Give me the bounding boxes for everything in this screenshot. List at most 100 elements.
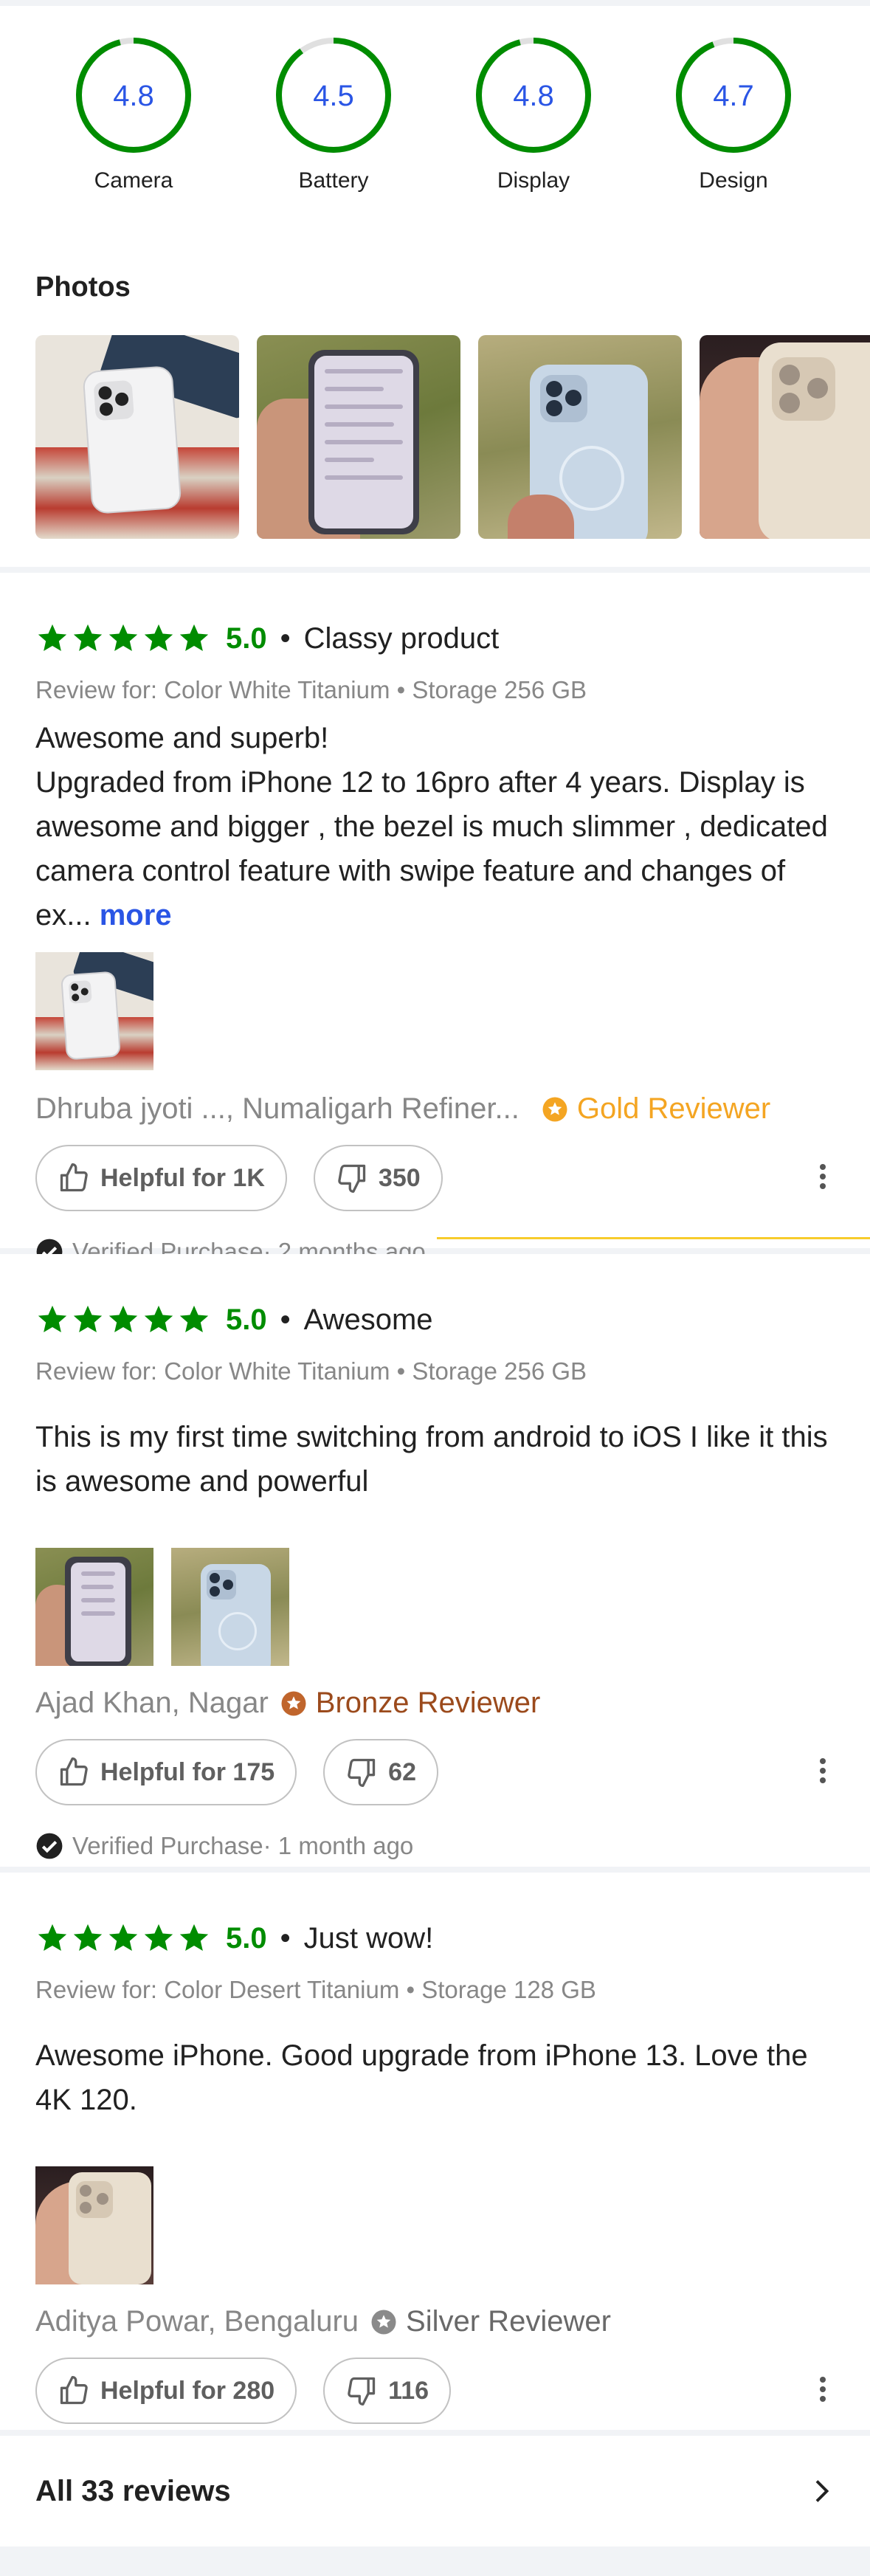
customer-photo[interactable] — [257, 335, 460, 539]
review-title: Classy product — [303, 621, 500, 655]
review-body: Awesome and superb! Upgraded from iPhone… — [35, 722, 828, 931]
helpful-button[interactable]: Helpful for 175 — [35, 1739, 297, 1805]
star-icon — [179, 1305, 209, 1333]
more-vertical-icon[interactable] — [820, 1164, 829, 1193]
review-title: Just wow! — [303, 1921, 434, 1955]
reviewer-name: Ajad Khan, Nagar — [35, 1687, 269, 1719]
star-icon — [38, 624, 67, 652]
svg-text:4.8: 4.8 — [113, 80, 154, 112]
review-image[interactable] — [171, 1548, 289, 1666]
helpful-count: Helpful for 1K — [100, 1163, 265, 1192]
review-card: 5.0 • Awesome Review for: Color White Ti… — [0, 1254, 870, 1867]
dislike-count: 116 — [388, 2376, 429, 2405]
all-reviews-label: All 33 reviews — [35, 2474, 231, 2507]
reviewer-badge-icon — [281, 1691, 306, 1715]
all-reviews-link[interactable]: All 33 reviews — [0, 2436, 870, 2546]
not-helpful-button[interactable]: 350 — [313, 1145, 443, 1211]
badge-label: Gold Reviewer — [576, 1092, 771, 1125]
review-header: 5.0 • Classy product — [35, 573, 835, 657]
review-variant: Review for: Color White Titanium • Stora… — [35, 676, 587, 703]
customer-photo[interactable] — [478, 335, 682, 539]
helpful-button[interactable]: Helpful for 280 — [35, 2358, 297, 2424]
dislike-count: 350 — [378, 1163, 421, 1192]
review-images — [35, 2166, 835, 2284]
star-icon — [73, 624, 103, 652]
helpful-button[interactable]: Helpful for 1K — [35, 1145, 287, 1211]
review-images — [35, 952, 835, 1070]
reviewer-badge: Silver Reviewer — [370, 2305, 611, 2338]
rating-circle-battery: 4.5 Battery — [272, 34, 395, 193]
reviewer-badge-icon — [371, 2310, 396, 2334]
reviewer-info: Aditya Powar, Bengaluru Silver Reviewer — [35, 2305, 835, 2338]
dislike-count: 62 — [388, 1757, 416, 1786]
rating-label-design: Design — [699, 168, 768, 193]
star-icon — [144, 624, 173, 652]
separator-dot: • — [280, 1921, 291, 1955]
more-vertical-icon[interactable] — [820, 2377, 829, 2405]
star-icon — [179, 1924, 209, 1952]
review-actions: Helpful for 1K 350 — [35, 1143, 835, 1213]
review-image[interactable] — [35, 2166, 153, 2284]
review-variant: Review for: Color Desert Titanium • Stor… — [35, 1976, 596, 2003]
rating-label-battery: Battery — [298, 168, 369, 193]
thumbs-down-icon — [338, 1164, 366, 1193]
review-actions: Helpful for 280 116 — [35, 2356, 835, 2425]
thumbs-up-icon — [60, 1757, 88, 1786]
divider-highlight — [437, 1237, 870, 1239]
verified-check-icon — [36, 1833, 63, 1859]
review-rating: 5.0 — [226, 1921, 267, 1955]
separator-dot: • — [280, 621, 291, 655]
review-card: 5.0 • Just wow! Review for: Color Desert… — [0, 1873, 870, 2430]
customer-photo[interactable] — [700, 335, 870, 539]
svg-text:4.7: 4.7 — [713, 80, 754, 112]
thumbs-down-icon — [348, 1758, 376, 1787]
verified-purchase: Verified Purchase· 1 month ago — [35, 1828, 835, 1864]
review-title: Awesome — [303, 1303, 433, 1336]
more-vertical-icon[interactable] — [820, 1758, 829, 1787]
rating-ring-display: 4.8 — [476, 38, 591, 153]
badge-label: Silver Reviewer — [406, 2305, 611, 2338]
star-rating — [35, 1921, 213, 1955]
review-card: 5.0 • Classy product Review for: Color W… — [0, 573, 870, 1265]
reviewer-info: Dhruba jyoti ..., Numaligarh Refiner... … — [35, 1092, 835, 1126]
helpful-count: Helpful for 175 — [100, 1757, 275, 1786]
rating-label-display: Display — [497, 168, 570, 193]
not-helpful-button[interactable]: 116 — [323, 2358, 452, 2424]
chevron-right-icon — [815, 2480, 829, 2502]
review-variant: Review for: Color White Titanium • Stora… — [35, 1357, 587, 1385]
review-body: Awesome iPhone. Good upgrade from iPhone… — [35, 2039, 808, 2116]
reviewer-info: Ajad Khan, Nagar Bronze Reviewer — [35, 1687, 835, 1720]
star-rating — [35, 621, 213, 655]
svg-text:4.8: 4.8 — [513, 80, 554, 112]
photos-heading: Photos — [35, 272, 131, 303]
svg-text:4.5: 4.5 — [313, 80, 354, 112]
star-icon — [73, 1924, 103, 1952]
review-image[interactable] — [35, 1548, 153, 1666]
rating-ring-camera: 4.8 — [76, 38, 191, 153]
rating-circle-camera: 4.8 Camera — [72, 34, 195, 193]
review-header: 5.0 • Just wow! — [35, 1873, 835, 1957]
reviewer-badge-icon — [542, 1097, 567, 1121]
review-image[interactable] — [35, 952, 153, 1070]
reviewer-badge: Bronze Reviewer — [280, 1687, 540, 1720]
star-rating — [35, 1303, 213, 1337]
read-more-link[interactable]: more — [92, 899, 172, 931]
review-rating: 5.0 — [226, 1303, 267, 1336]
reviewer-name: Aditya Powar, Bengaluru — [35, 2305, 359, 2338]
not-helpful-button[interactable]: 62 — [323, 1739, 438, 1805]
rating-label-camera: Camera — [94, 168, 173, 193]
star-icon — [108, 1305, 138, 1333]
separator-dot: • — [280, 1303, 291, 1336]
rating-circle-display: 4.8 Display — [472, 34, 595, 193]
review-images — [35, 1548, 835, 1666]
review-rating: 5.0 — [226, 621, 267, 655]
star-icon — [38, 1305, 67, 1333]
reviewer-name: Dhruba jyoti ..., Numaligarh Refiner... — [35, 1092, 519, 1125]
rating-ring-battery: 4.5 — [276, 38, 391, 153]
verified-text: Verified Purchase· 1 month ago — [72, 1832, 414, 1859]
review-header: 5.0 • Awesome — [35, 1254, 835, 1338]
customer-photo[interactable] — [35, 335, 239, 539]
star-icon — [108, 1924, 138, 1952]
photo-carousel[interactable] — [35, 335, 870, 539]
rating-summary-card: 4.8 Camera 4.5 Battery 4.8 Display 4.7 D… — [0, 6, 870, 567]
